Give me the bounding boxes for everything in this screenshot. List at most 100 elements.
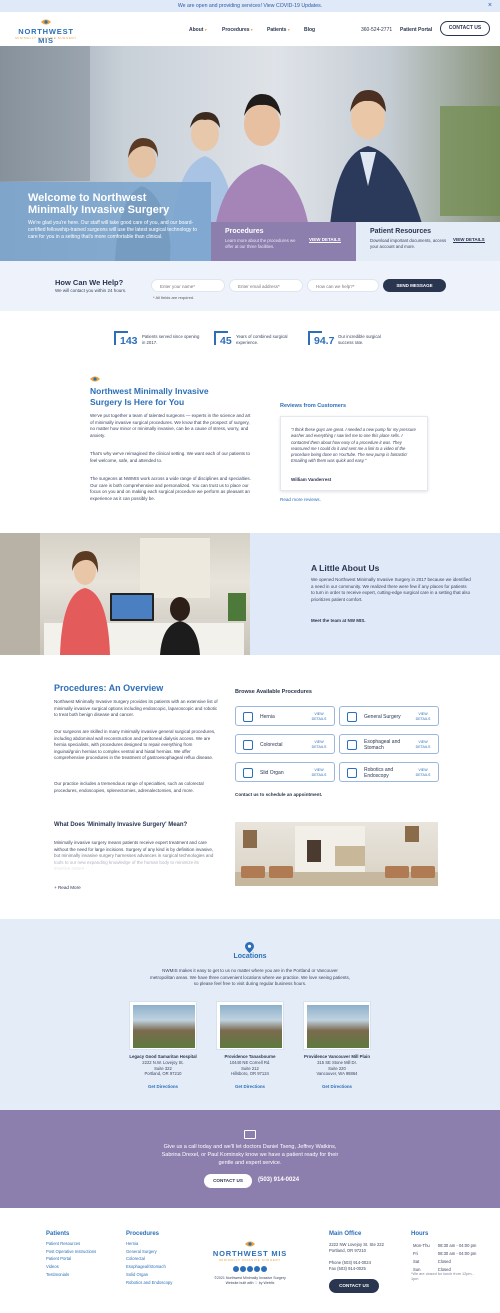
view-details-link[interactable]: VIEW DETAILS — [414, 740, 432, 749]
view-details-link[interactable]: VIEW DETAILS — [414, 768, 432, 777]
logo-tagline: MINIMALLY INVASIVE SURGERY — [15, 36, 77, 40]
locations-title: Locations — [233, 953, 267, 960]
banner-text[interactable]: We are open and providing services! View… — [178, 3, 322, 9]
close-icon[interactable]: × — [488, 0, 492, 12]
browse-procedures-title: Browse Available Procedures — [235, 689, 312, 695]
email-field[interactable]: Enter email address* — [229, 279, 303, 292]
call-section: Give us a call today and we'll let docto… — [0, 1110, 500, 1208]
call-text: Give us a call today and we'll let docto… — [161, 1144, 339, 1166]
procedures-view-details-link[interactable]: VIEW DETAILS — [309, 237, 341, 243]
footer-link[interactable]: General Surgery — [126, 1248, 172, 1256]
instagram-icon[interactable] — [240, 1266, 246, 1272]
mis-text: Minimally invasive surgery means patient… — [54, 840, 214, 872]
procedure-card-label: Esophageal and Stomach — [364, 739, 401, 751]
help-subtitle: We will contact you within 24 hours. — [55, 288, 127, 293]
stat-number-patients: 143 — [120, 335, 138, 347]
footer-patients-title: Patients — [46, 1231, 70, 1237]
intro-paragraph-3: The surgeons at NWMIS work across a wide… — [90, 476, 251, 501]
get-directions-link[interactable]: Get Directions — [282, 1084, 392, 1089]
footer-link[interactable]: Colorectal — [126, 1255, 172, 1263]
hero-welcome-panel: Welcome to Northwest Minimally Invasive … — [0, 182, 211, 261]
hours-row: Fri 08:30 am - 04:00 pm — [413, 1251, 477, 1256]
header-phone[interactable]: 360-524-2771 — [361, 27, 392, 33]
read-more-reviews-link[interactable]: Read more reviews. — [280, 497, 321, 502]
footer-link[interactable]: Hernia — [126, 1240, 172, 1248]
hero-section: Welcome to Northwest Minimally Invasive … — [0, 46, 500, 261]
location-photo — [216, 1001, 284, 1050]
about-text: We opened Northwest Minimally Invasive S… — [311, 577, 471, 602]
footer-office-address: 2222 NW Lovejoy St. Ste 222 Portland, OR … — [329, 1242, 384, 1253]
view-details-link[interactable]: VIEW DETAILS — [310, 740, 328, 749]
footer-contact-button[interactable]: CONTACT US — [329, 1279, 379, 1293]
procedure-card-slid-organ[interactable]: Slid Organ VIEW DETAILS — [235, 762, 335, 782]
footer-link[interactable]: Post Operative Instructions — [46, 1248, 96, 1256]
intro-title: Northwest Minimally Invasive Surgery Is … — [90, 386, 209, 407]
call-phone[interactable]: (503) 914-0024 — [258, 1177, 299, 1183]
patient-portal-link[interactable]: Patient Portal — [400, 27, 432, 33]
footer-link[interactable]: Solid Organ — [126, 1271, 172, 1279]
review-author: William Vanderrest — [291, 477, 332, 482]
review-quote: "I think these guys are great. I needed … — [291, 427, 416, 464]
procedure-card-colorectal[interactable]: Colorectal VIEW DETAILS — [235, 734, 335, 754]
footer-hours-title: Hours — [411, 1231, 429, 1237]
footer-link[interactable]: Testimonials — [46, 1271, 96, 1279]
stat-label-patients: Patients served since opening in 2017. — [142, 334, 200, 345]
contact-schedule-link[interactable]: Contact us to schedule an appointment. — [235, 792, 322, 797]
twitter-icon[interactable] — [261, 1266, 267, 1272]
site-logo[interactable]: NORTHWEST MIS MINIMALLY INVASIVE SURGERY — [10, 18, 82, 45]
about-section: A Little About Us We opened Northwest Mi… — [0, 533, 500, 655]
procedures-title: Procedures: An Overview — [54, 683, 164, 693]
location-name: Providence Vancouver Mill Plain — [304, 1054, 370, 1059]
help-title: How Can We Help? — [55, 278, 124, 287]
nav-patients[interactable]: Patients ▾ — [267, 27, 290, 33]
eye-icon — [90, 376, 100, 382]
about-title: A Little About Us — [311, 563, 380, 573]
hero-title: Welcome to Northwest Minimally Invasive … — [28, 192, 170, 216]
name-field[interactable]: Enter your name* — [151, 279, 225, 292]
footer-logo-name[interactable]: NORTHWEST MIS — [205, 1249, 295, 1258]
general-surgery-icon — [347, 712, 357, 722]
resources-view-details-link[interactable]: VIEW DETAILS — [453, 237, 485, 243]
location-photo — [303, 1001, 371, 1050]
nav-about[interactable]: About ▾ — [189, 27, 207, 33]
footer-link[interactable]: Patient Resources — [46, 1240, 96, 1248]
meet-team-link[interactable]: Meet the team at NW MIS. — [311, 618, 366, 623]
footer-link[interactable]: Videos — [46, 1263, 96, 1271]
location-photo — [129, 1001, 197, 1050]
linkedin-icon[interactable] — [247, 1266, 253, 1272]
read-more-link[interactable]: + Read More — [54, 885, 81, 890]
header-contact-button[interactable]: CONTACT US — [440, 21, 490, 36]
hernia-icon — [243, 712, 253, 722]
procedure-card-esophageal[interactable]: Esophageal and Stomach VIEW DETAILS — [339, 734, 439, 754]
procedure-card-label: Hernia — [260, 714, 275, 720]
nav-blog[interactable]: Blog — [304, 27, 315, 33]
message-field[interactable]: How can we help?* — [307, 279, 379, 292]
facebook-icon[interactable] — [233, 1266, 239, 1272]
intro-paragraph-1: We've put together a team of talented su… — [90, 413, 251, 438]
footer-link[interactable]: Esophageal/Stomach — [126, 1263, 172, 1271]
footer-patients-links: Patient Resources Post Operative Instruc… — [46, 1240, 96, 1279]
reception-illustration — [0, 533, 246, 655]
call-contact-button[interactable]: CONTACT US — [204, 1174, 252, 1188]
procedure-card-robotics[interactable]: Robotics and Endoscopy VIEW DETAILS — [339, 762, 439, 782]
site-header: NORTHWEST MIS MINIMALLY INVASIVE SURGERY… — [0, 12, 500, 46]
stat-label-experience: Years of combined surgical experience. — [236, 334, 288, 345]
view-details-link[interactable]: VIEW DETAILS — [310, 712, 328, 721]
procedure-card-general-surgery[interactable]: General Surgery VIEW DETAILS — [339, 706, 439, 726]
intro-paragraph-2: That's why we've reimagined the clinical… — [90, 451, 250, 463]
footer-link[interactable]: Patient Portal — [46, 1255, 96, 1263]
locations-section: Locations NWMIS makes it easy to get to … — [0, 919, 500, 1110]
procedure-card-hernia[interactable]: Hernia VIEW DETAILS — [235, 706, 335, 726]
hours-table: Mon-Thu 08:30 am - 04:00 pm Fri 08:30 am -… — [411, 1241, 484, 1275]
footer-link[interactable]: Robotics and Endoscopy — [126, 1279, 172, 1287]
hero-procedures-tile[interactable]: Procedures Learn more about the procedur… — [211, 222, 356, 261]
view-details-link[interactable]: VIEW DETAILS — [414, 712, 432, 721]
procedures-tile-title: Procedures — [225, 228, 264, 235]
social-icons — [233, 1266, 267, 1273]
send-message-button[interactable]: SEND MESSAGE — [383, 279, 446, 292]
view-details-link[interactable]: VIEW DETAILS — [310, 768, 328, 777]
nav-procedures[interactable]: Procedures ▾ — [222, 27, 253, 33]
hero-resources-tile[interactable]: Patient Resources Download important doc… — [356, 222, 500, 261]
reception-photo — [0, 533, 250, 655]
youtube-icon[interactable] — [254, 1266, 260, 1272]
